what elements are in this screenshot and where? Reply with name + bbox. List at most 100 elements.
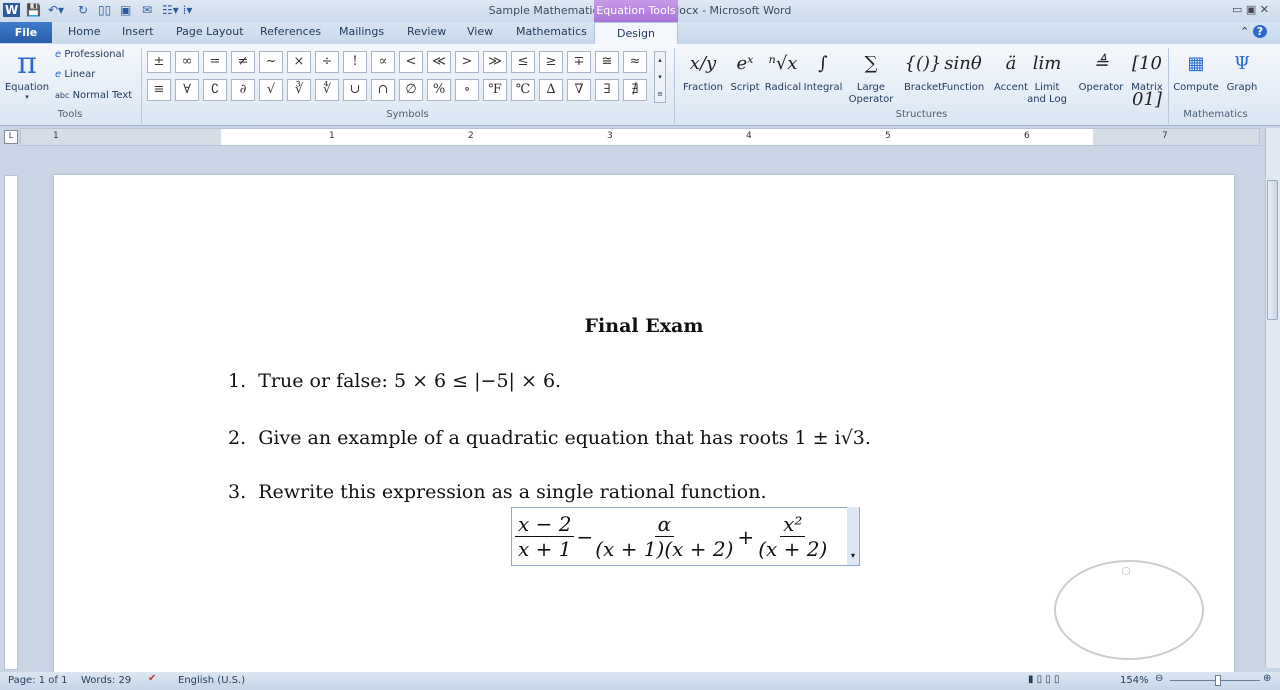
operator-icon: ≜ (1093, 53, 1109, 74)
symbol-button[interactable]: ÷ (315, 51, 339, 73)
equation-tools-context: Equation Tools (594, 0, 678, 22)
fraction-numerator: x − 2 (515, 512, 575, 537)
document-page[interactable]: Final Exam 1. True or false: 5 × 6 ≤ |−5… (54, 175, 1234, 675)
horizontal-ruler[interactable]: 1 1 2 3 4 5 6 7 (20, 128, 1260, 146)
symbol-button[interactable]: % (427, 79, 451, 101)
symbol-button[interactable]: ≤ (511, 51, 535, 73)
symbol-button[interactable]: ∁ (203, 79, 227, 101)
tab-file[interactable]: File (0, 22, 52, 43)
zoom-out-icon[interactable]: ⊖ (1155, 673, 1163, 684)
tab-review[interactable]: Review (407, 25, 446, 38)
symbol-button[interactable]: ∜ (315, 79, 339, 101)
symbol-button[interactable]: ∛ (287, 79, 311, 101)
symbol-button[interactable]: ∆ (539, 79, 563, 101)
structure-label: Fraction (683, 82, 723, 93)
symbol-button[interactable]: ≠ (231, 51, 255, 73)
symbol-button[interactable]: = (203, 51, 227, 73)
zoom-in-icon[interactable]: ⊕ (1263, 673, 1271, 684)
zoom-slider-thumb[interactable] (1215, 675, 1221, 686)
equation-button[interactable]: π Equation ▾ (4, 46, 50, 101)
tab-mathematics[interactable]: Mathematics (516, 25, 587, 38)
ruler-number: 3 (607, 131, 613, 141)
ruler-number: 5 (885, 131, 891, 141)
symbol-button[interactable]: ∓ (567, 51, 591, 73)
view-buttons[interactable]: ▮ ▯ ▯ ▯ (1028, 674, 1060, 685)
symbol-button[interactable]: < (399, 51, 423, 73)
symbol-button[interactable]: ∘ (455, 79, 479, 101)
linear-icon: e (55, 69, 62, 80)
linear-button[interactable]: e Linear (55, 69, 95, 80)
tab-home[interactable]: Home (68, 25, 100, 38)
symbol-button[interactable]: > (455, 51, 479, 73)
professional-icon: e (55, 49, 62, 60)
fraction-numerator: x² (780, 512, 806, 537)
structure-label: Matrix (1131, 82, 1163, 93)
symbol-button[interactable]: ∪ (343, 79, 367, 101)
word-count[interactable]: Words: 29 (81, 675, 131, 686)
normal-text-button[interactable]: abc Normal Text (55, 90, 132, 101)
tab-mailings[interactable]: Mailings (339, 25, 384, 38)
symbol-button[interactable]: ≫ (483, 51, 507, 73)
inline-equation[interactable]: 1 ± i√3. (795, 427, 871, 449)
symbol-button[interactable]: ℉ (483, 79, 507, 101)
tab-selector[interactable]: L (4, 130, 18, 144)
inline-equation[interactable]: 5 × 6 ≤ |−5| × 6. (394, 370, 561, 392)
structure-matrix-button[interactable]: [10 01] Matrix (1124, 46, 1170, 110)
symbol-button[interactable]: ! (343, 51, 367, 73)
professional-label: Professional (64, 49, 125, 60)
symbol-button[interactable]: ∀ (175, 79, 199, 101)
graph-button[interactable]: Ψ Graph (1218, 46, 1266, 94)
tab-view[interactable]: View (467, 25, 493, 38)
zoom-level[interactable]: 154% (1120, 675, 1149, 686)
proofing-icon[interactable]: ✔ (148, 673, 156, 684)
symbol-button[interactable]: ≪ (427, 51, 451, 73)
gallery-scroll[interactable]: ▴ ▾ ≡ (654, 51, 666, 103)
help-icon[interactable]: ⌃ ? (1240, 25, 1268, 38)
structure-operator-button[interactable]: ≜ Operator (1078, 46, 1124, 94)
compute-icon: ▦ (1187, 53, 1205, 74)
symbol-button[interactable]: ∇ (567, 79, 591, 101)
language[interactable]: English (U.S.) (178, 675, 245, 686)
ribbon: π Equation ▾ e Professional e Linear abc … (0, 44, 1280, 126)
tab-insert[interactable]: Insert (122, 25, 154, 38)
symbol-button[interactable]: ∄ (623, 79, 647, 101)
structure-limit-and-log-button[interactable]: lim Limit and Log (1024, 46, 1070, 106)
symbol-button[interactable]: √ (259, 79, 283, 101)
ruler-number: 1 (329, 131, 335, 141)
symbol-button[interactable]: ∅ (399, 79, 423, 101)
symbol-button[interactable]: ≈ (623, 51, 647, 73)
symbol-button[interactable]: ≅ (595, 51, 619, 73)
window-controls[interactable]: ▭ ▣ ✕ (1232, 3, 1269, 16)
symbol-button[interactable]: ± (147, 51, 171, 73)
vertical-ruler[interactable] (4, 175, 18, 670)
item-text: Rewrite this expression as a single rati… (258, 481, 767, 503)
symbol-button[interactable]: ≥ (539, 51, 563, 73)
scrollbar-thumb[interactable] (1267, 180, 1278, 320)
tab-design[interactable]: Design (594, 22, 678, 44)
professional-button[interactable]: e Professional (55, 49, 124, 60)
symbol-button[interactable]: ∝ (371, 51, 395, 73)
tab-references[interactable]: References (260, 25, 321, 38)
symbol-button[interactable]: ~ (259, 51, 283, 73)
structure-large-operator-button[interactable]: ∑ Large Operator (848, 46, 894, 106)
compute-button[interactable]: ▦ Compute (1172, 46, 1220, 94)
symbol-button[interactable]: ∩ (371, 79, 395, 101)
ruler-number: 1 (53, 131, 59, 141)
mathematics-group-label: Mathematics (1183, 109, 1248, 120)
graph-icon: Ψ (1234, 53, 1250, 74)
page-count[interactable]: Page: 1 of 1 (8, 675, 67, 686)
symbol-button[interactable]: ∂ (231, 79, 255, 101)
symbol-button[interactable]: ℃ (511, 79, 535, 101)
structure-integral-button[interactable]: ∫ Integral (800, 46, 846, 94)
symbol-button[interactable]: ∃ (595, 79, 619, 101)
structure-function-button[interactable]: sinθ Function (940, 46, 986, 94)
symbol-button[interactable]: × (287, 51, 311, 73)
structure-fraction-button[interactable]: x/y Fraction (680, 46, 726, 94)
symbol-button[interactable]: ∞ (175, 51, 199, 73)
equation-box[interactable]: x − 2x + 1 − α (x + 1)(x + 2) + x² (x + 2)… (511, 507, 860, 566)
equation-label: Equation (4, 82, 50, 93)
status-bar: Page: 1 of 1 Words: 29 ✔ English (U.S.) … (0, 672, 1280, 690)
equation-options-dropdown[interactable]: ▾ (847, 507, 859, 565)
tab-page-layout[interactable]: Page Layout (176, 25, 244, 38)
symbol-button[interactable]: ≡ (147, 79, 171, 101)
